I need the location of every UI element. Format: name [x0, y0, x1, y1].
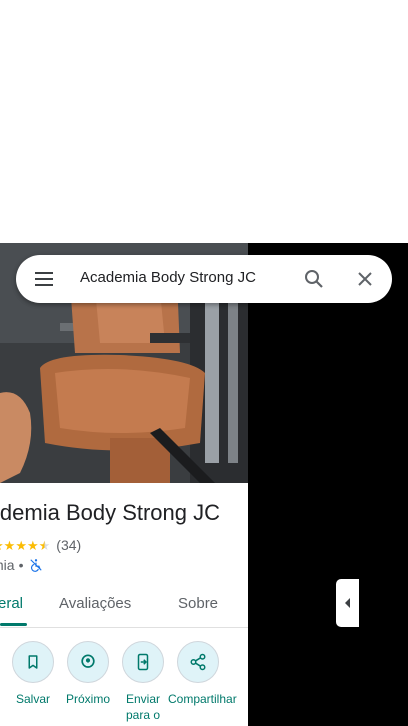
category-row: mia • — [0, 556, 43, 574]
nearby-button[interactable]: Próximo — [58, 641, 118, 707]
separator-dot: • — [18, 557, 24, 573]
not-wheelchair-accessible-icon — [29, 558, 43, 572]
place-panel: Academia Body Strong JC ★ ★ ★ ★ ★ (34) m… — [0, 243, 248, 726]
search-input[interactable]: Academia Body Strong JC — [80, 269, 256, 286]
share-icon — [190, 653, 206, 671]
close-icon[interactable] — [353, 267, 377, 291]
tab-overview[interactable]: eral — [0, 595, 23, 612]
place-title: Academia Body Strong JC — [0, 500, 221, 525]
bookmark-icon — [28, 655, 38, 669]
place-tabs: eral Avaliações Sobre — [0, 581, 248, 628]
send-to-phone-label: Enviar para o — [125, 692, 161, 722]
search-bar[interactable]: Academia Body Strong JC — [16, 255, 392, 303]
star-icon: ★ — [15, 537, 27, 553]
half-star-icon: ★ — [38, 537, 51, 553]
star-icon: ★ — [26, 537, 39, 553]
blank-top-area — [0, 0, 408, 243]
place-category: mia — [0, 557, 15, 573]
send-to-phone-button[interactable]: Enviar para o — [113, 641, 173, 723]
tab-about[interactable]: Sobre — [178, 595, 218, 612]
menu-icon[interactable] — [32, 267, 56, 291]
action-buttons: Salvar Próximo Enviar para o Compartilha… — [0, 641, 248, 726]
nearby-label: Próximo — [65, 692, 110, 706]
rating-stars: ★ ★ ★ ★ ★ — [0, 539, 50, 552]
rating-row[interactable]: ★ ★ ★ ★ ★ (34) — [0, 536, 81, 554]
star-icon: ★ — [3, 537, 16, 553]
share-label: Compartilhar — [168, 692, 237, 706]
tab-reviews[interactable]: Avaliações — [59, 595, 131, 612]
review-count[interactable]: (34) — [56, 537, 81, 553]
share-button[interactable]: Compartilhar — [168, 641, 237, 707]
chevron-left-icon — [344, 598, 350, 608]
save-button[interactable]: Salvar — [3, 641, 63, 707]
search-icon[interactable] — [302, 267, 326, 291]
send-to-phone-icon — [137, 653, 149, 671]
active-tab-indicator — [0, 623, 27, 626]
nearby-icon — [81, 654, 95, 668]
save-label: Salvar — [15, 692, 50, 706]
collapse-panel-button[interactable] — [336, 579, 359, 627]
